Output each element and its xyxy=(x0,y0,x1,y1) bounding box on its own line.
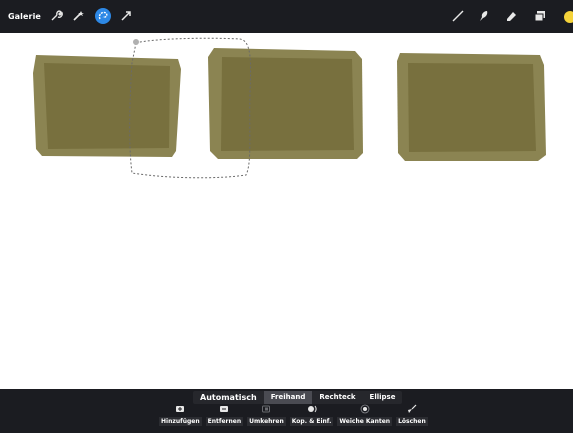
remove-button[interactable]: Entfernen xyxy=(204,403,246,426)
invert-button[interactable]: Umkehren xyxy=(245,403,288,426)
selection-icon[interactable] xyxy=(95,8,111,24)
invert-icon xyxy=(260,403,272,415)
transform-icon[interactable] xyxy=(118,8,134,24)
color-swatch[interactable] xyxy=(564,11,573,23)
clear-icon xyxy=(406,403,418,415)
magic-wand-icon[interactable] xyxy=(70,8,86,24)
selection-start-node xyxy=(133,39,139,45)
top-toolbar: Galerie xyxy=(0,0,573,33)
eraser-icon[interactable] xyxy=(503,8,519,24)
clear-button[interactable]: Löschen xyxy=(394,403,430,426)
smudge-icon[interactable] xyxy=(475,8,491,24)
brush-icon[interactable] xyxy=(450,8,466,24)
layers-icon[interactable] xyxy=(532,8,548,24)
drawing-canvas[interactable] xyxy=(0,33,573,389)
selection-actions: Hinzufügen Entfernen Umkehren Kop. & Ein… xyxy=(157,403,430,426)
feather-icon xyxy=(359,403,371,415)
selection-toolbar: Automatisch Freihand Rechteck Ellipse Hi… xyxy=(0,389,573,433)
copy-paste-button[interactable]: Kop. & Einf. xyxy=(288,403,336,426)
copy-paste-icon xyxy=(306,403,318,415)
add-icon xyxy=(174,403,186,415)
feather-button[interactable]: Weiche Kanten xyxy=(335,403,394,426)
gallery-button[interactable]: Galerie xyxy=(8,12,41,21)
wrench-icon[interactable] xyxy=(48,8,64,24)
remove-icon xyxy=(218,403,230,415)
add-button[interactable]: Hinzufügen xyxy=(157,403,204,426)
